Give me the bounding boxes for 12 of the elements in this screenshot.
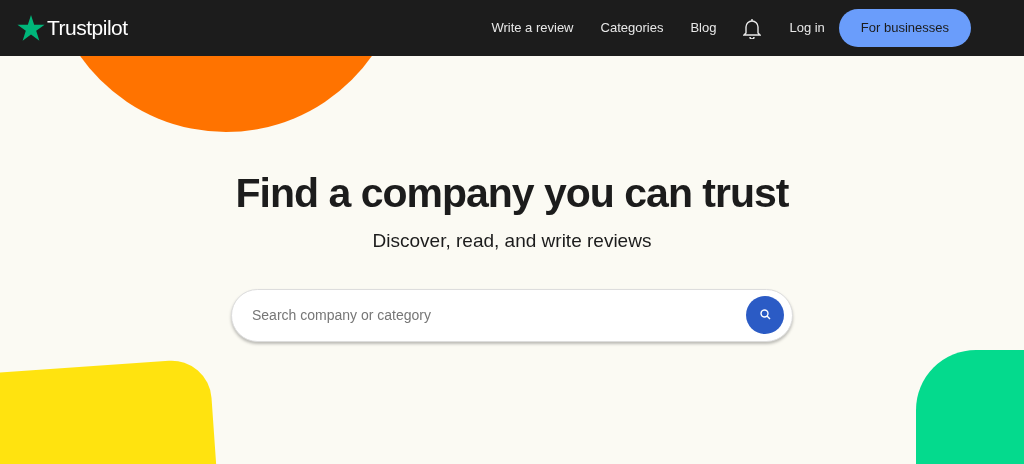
nav-link[interactable]: Categories <box>600 18 664 38</box>
search-field[interactable]: Search company or category <box>231 288 793 342</box>
hero-subtitle: Discover, read, and write reviews <box>372 229 652 253</box>
logo-text[interactable]: Trustpilot <box>47 12 128 44</box>
star-logo-icon <box>17 15 45 41</box>
login-link[interactable]: Log in <box>789 18 825 38</box>
search-icon <box>759 309 771 320</box>
nav-link[interactable]: Write a review <box>491 18 574 38</box>
hero-title: Find a company you can trust <box>235 169 789 217</box>
bell-icon[interactable] <box>743 17 762 39</box>
nav-link[interactable]: Blog <box>690 18 717 38</box>
for-businesses-button[interactable]: For businesses <box>838 9 971 47</box>
